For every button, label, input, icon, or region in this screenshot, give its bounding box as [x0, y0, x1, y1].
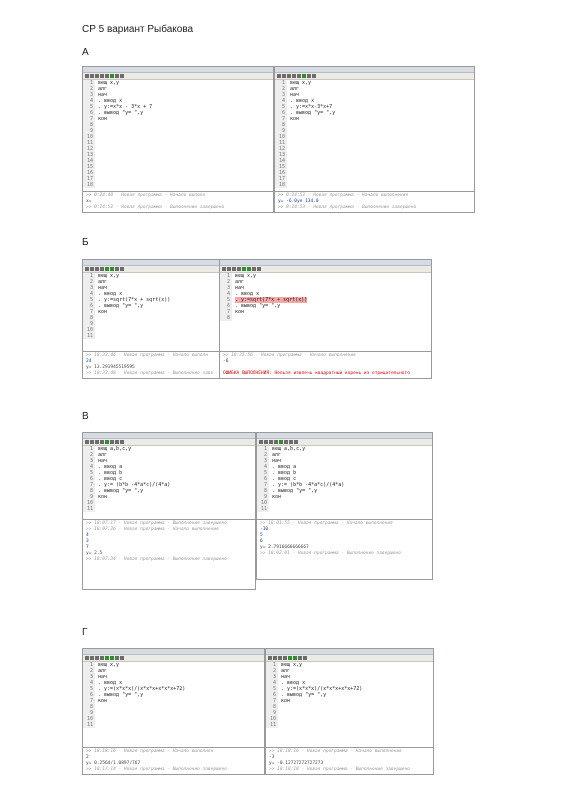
output-panel: >> 18:07:17 - Новая программа - Выполнен… [83, 519, 255, 589]
section-label-v: В [82, 411, 89, 422]
line-numbers: 1 2 3 4 5 6 7 8 9 10 11 12 13 14 15 16 17 18 [83, 80, 95, 188]
output-panel: >> 18:35:56 - Новая программа - Начало в… [220, 351, 431, 378]
screenshot-b-left: 1 2 3 4 5 6 7 8 9 10 11 вещ x,y алг нач . ввод x .… [82, 259, 220, 379]
screenshot-a-right: 1 2 3 4 5 6 7 8 9 10 11 12 13 14 15 16 17 18 вещ x,y алг … [274, 66, 475, 213]
section-label-g: Г [82, 627, 88, 638]
screenshot-a-left: 1 2 3 4 5 6 7 8 9 10 11 12 13 14 15 16 17 18 вещ x,y алг … [82, 66, 274, 213]
output-panel: >> 18:33:46 - Новая программа - Начало в… [83, 351, 219, 378]
output-panel: >> 0:24:52 - Новая программа - Начало вы… [275, 191, 474, 212]
output-panel: >> 18:18:16 - Новая программа - Начало в… [83, 747, 264, 774]
screenshot-b-right: 12345678 вещ x,y алг нач . ввод x . y:=s… [219, 259, 432, 379]
output-panel: >> 18:18:16 - Новая программа - Начало в… [266, 747, 433, 774]
error-message: ОШИБКА ВЫПОЛНЕНИЯ: Нельзя извлечь квадра… [223, 371, 410, 376]
document-title: СР 5 вариант Рыбакова [82, 24, 194, 35]
output-panel: >> 18:01:55 - Новая программа - Начало в… [257, 519, 432, 579]
section-label-a: А [82, 47, 89, 58]
code-lines: вещ x,y алг нач . ввод x . y:=x*x-3*x+7 … [290, 80, 336, 122]
code-lines: вещ x,y алг нач . ввод x . y:=x*x - 3*x … [98, 80, 153, 122]
screenshot-g-left: 1 2 3 4 5 6 7 8 9 10 11 вещ x,y алг нач . ввод x .… [82, 648, 265, 775]
output-panel: >> 0:24:40 - Новая программа - Начало вы… [83, 191, 273, 212]
screenshot-g-right: 1 2 3 4 5 6 7 8 9 10 11 вещ x,y алг нач . ввод x .… [265, 648, 434, 775]
section-label-b: Б [82, 237, 89, 248]
screenshot-v-right: 1 2 3 4 5 6 7 8 9 10 11 вещ a,b,c,y алг нач . ввод… [256, 432, 433, 580]
screenshot-v-left: 1 2 3 4 5 6 7 8 9 10 11 вещ a,b,c,y алг нач . ввод… [82, 432, 256, 590]
